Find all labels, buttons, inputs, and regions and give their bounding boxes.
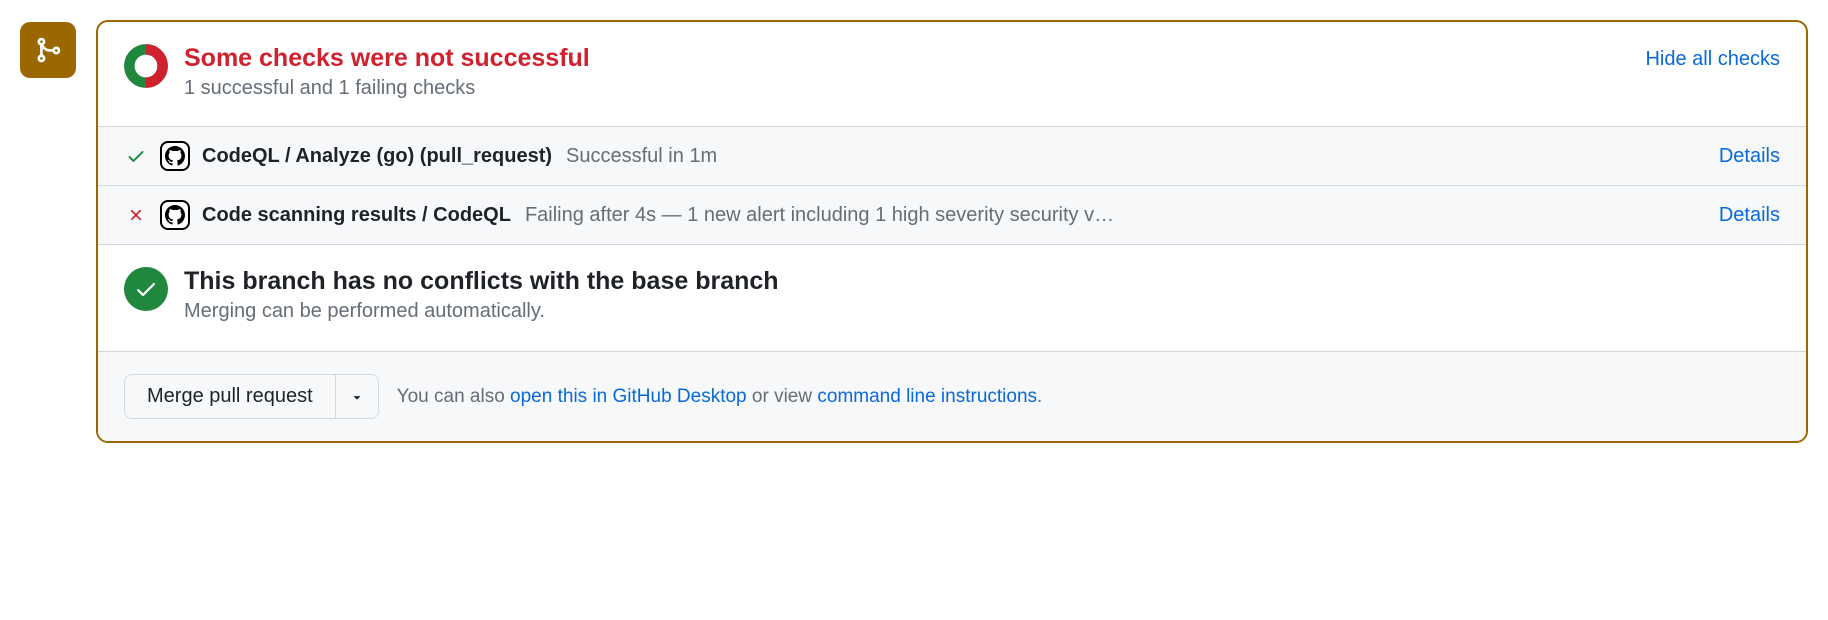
open-github-desktop-link[interactable]: open this in GitHub Desktop: [510, 386, 747, 407]
check-details-link[interactable]: Details: [1719, 204, 1780, 227]
merge-timeline: Some checks were not successful 1 succes…: [20, 20, 1808, 443]
footer-text: You can also open this in GitHub Desktop…: [397, 386, 1043, 408]
merge-dropdown-button[interactable]: [335, 375, 378, 418]
check-detail: Successful in 1m: [566, 145, 1707, 168]
conflicts-text: This branch has no conflicts with the ba…: [184, 267, 779, 323]
hide-all-checks-link[interactable]: Hide all checks: [1645, 44, 1780, 71]
command-line-instructions-link[interactable]: command line instructions: [817, 386, 1037, 407]
conflicts-section: This branch has no conflicts with the ba…: [98, 244, 1806, 351]
conflicts-title: This branch has no conflicts with the ba…: [184, 267, 779, 296]
checks-status-text: Some checks were not successful 1 succes…: [184, 44, 1645, 100]
checks-status-title: Some checks were not successful: [184, 44, 1645, 73]
checks-status-header: Some checks were not successful 1 succes…: [98, 22, 1806, 126]
merge-button-group: Merge pull request: [124, 374, 379, 419]
git-merge-badge: [20, 22, 76, 78]
merge-pull-request-button[interactable]: Merge pull request: [125, 375, 335, 418]
check-success-icon: [124, 146, 148, 166]
github-app-icon: [160, 200, 190, 230]
merge-footer: Merge pull request You can also open thi…: [98, 351, 1806, 441]
triangle-down-icon: [350, 390, 364, 404]
check-detail: Failing after 4s — 1 new alert including…: [525, 204, 1707, 227]
github-app-icon: [160, 141, 190, 171]
footer-text-before: You can also: [397, 386, 510, 407]
check-failure-icon: [124, 206, 148, 224]
check-row: CodeQL / Analyze (go) (pull_request) Suc…: [98, 126, 1806, 185]
check-name: Code scanning results / CodeQL: [202, 204, 511, 227]
check-row: Code scanning results / CodeQL Failing a…: [98, 185, 1806, 244]
check-details-link[interactable]: Details: [1719, 145, 1780, 168]
conflicts-subtitle: Merging can be performed automatically.: [184, 300, 779, 323]
no-conflicts-check-icon: [124, 267, 168, 311]
merge-status-box: Some checks were not successful 1 succes…: [96, 20, 1808, 443]
footer-text-after: .: [1037, 386, 1042, 407]
check-name: CodeQL / Analyze (go) (pull_request): [202, 145, 552, 168]
checks-status-subtitle: 1 successful and 1 failing checks: [184, 77, 1645, 100]
status-donut-icon: [124, 44, 168, 88]
git-merge-icon: [34, 36, 62, 64]
footer-text-middle: or view: [747, 386, 818, 407]
